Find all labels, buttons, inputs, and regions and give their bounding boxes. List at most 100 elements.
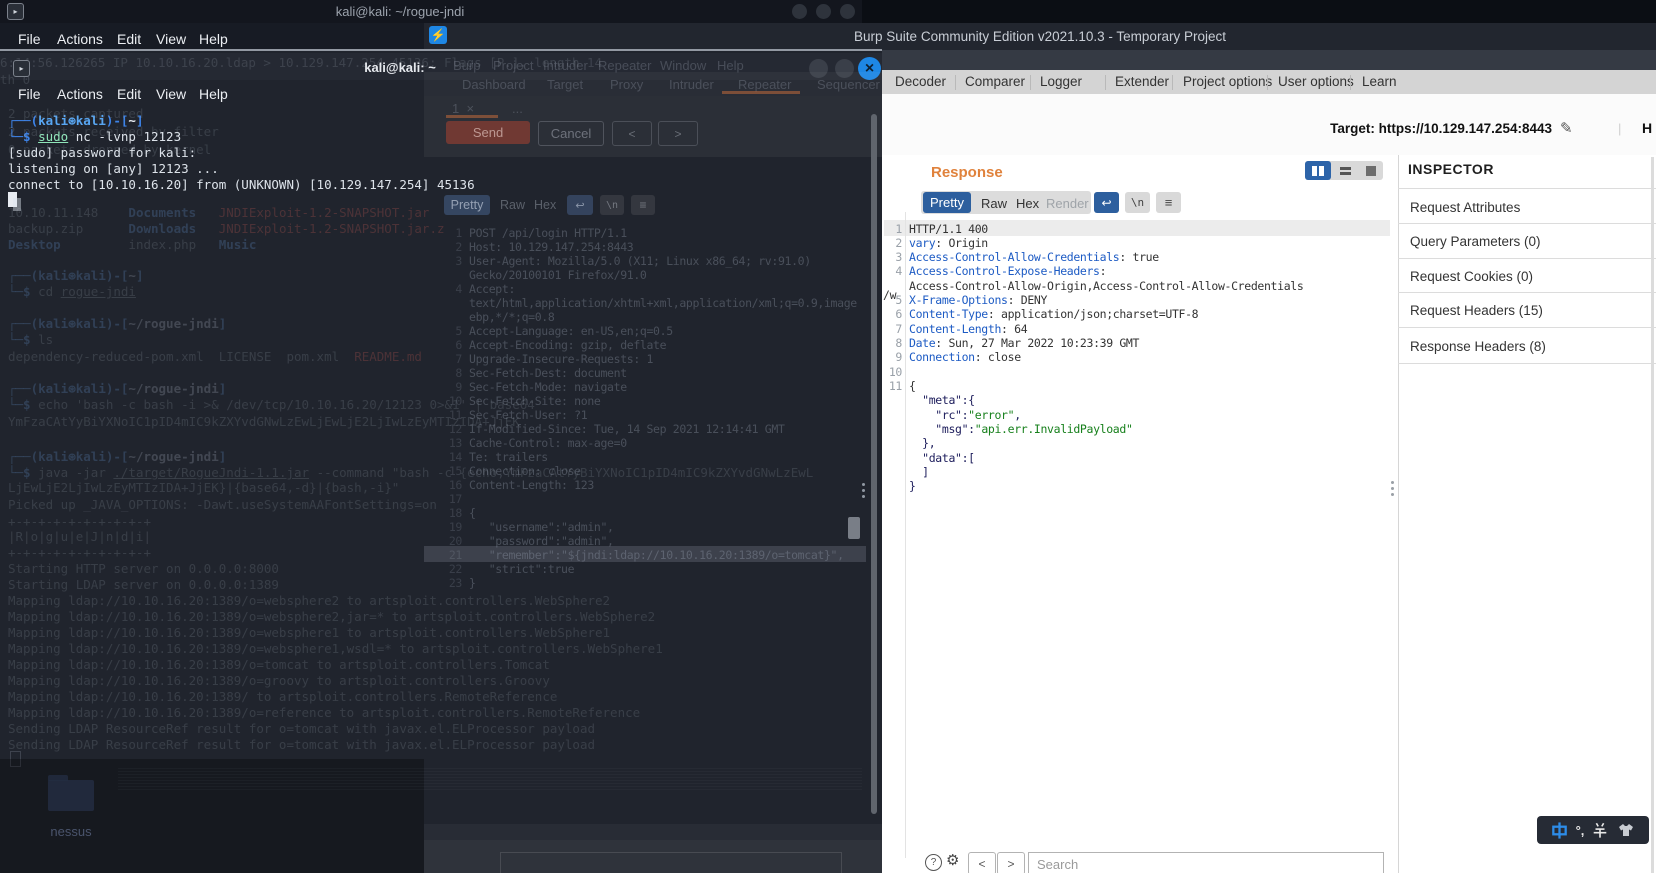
layout-single-button[interactable] xyxy=(1359,161,1383,180)
minimize-button[interactable] xyxy=(792,4,807,19)
window-title: kali@kali: ~/rogue-jndi xyxy=(335,4,465,19)
close-button[interactable] xyxy=(840,4,855,19)
tab-comparer[interactable]: Comparer xyxy=(965,74,1025,89)
response-line: "msg": "api.err.InvalidPayload" xyxy=(909,422,1133,436)
search-next-button[interactable]: > xyxy=(997,852,1025,873)
burp-logo-icon: ⚡ xyxy=(429,26,447,44)
inspector-item-request-cookies[interactable]: Request Cookies (0) xyxy=(1410,269,1533,284)
faint-line: Picked up _JAVA_OPTIONS: -Dawt.useSystem… xyxy=(8,497,437,512)
menu-file[interactable]: File xyxy=(18,86,41,102)
search-input[interactable]: Search xyxy=(1028,852,1384,873)
edit-target-icon[interactable]: ✎ xyxy=(1560,119,1573,137)
response-panel-title: Response xyxy=(931,164,1003,181)
response-line: "data":[ xyxy=(909,451,975,465)
faint-show-newlines-button: \n xyxy=(600,195,624,215)
search-prev-button[interactable]: < xyxy=(968,852,996,873)
search-settings-gear-icon[interactable]: ⚙ xyxy=(946,851,959,869)
faint-line: Mapping ldap://10.10.16.20:1389/o=refere… xyxy=(8,705,641,720)
menu-edit[interactable]: Edit xyxy=(117,86,141,102)
terminal-icon: ▸ xyxy=(13,60,30,77)
response-line: "meta":{ xyxy=(909,393,975,407)
tab-user-options[interactable]: User options xyxy=(1278,74,1354,89)
faint-line: Sending LDAP ResourceRef result for o=to… xyxy=(8,721,595,736)
menu-help[interactable]: Help xyxy=(199,31,228,47)
faint-more-tabs: ... xyxy=(512,101,523,116)
menu-actions[interactable]: Actions xyxy=(57,86,103,102)
menu-edit[interactable]: Edit xyxy=(117,31,141,47)
faint-ls-line: 10.10.11.148 Documents JNDIExploit-1.2-S… xyxy=(8,205,430,220)
layout-rows-button[interactable] xyxy=(1333,161,1357,180)
input-method-tray: °, xyxy=(1537,816,1649,844)
faint-ls-line: backup.zip Downloads JNDIExploit-1.2-SNA… xyxy=(8,221,445,236)
maximize-button[interactable] xyxy=(816,4,831,19)
faint-request-line: 1 POST /api/login HTTP/1.1 xyxy=(455,226,627,240)
inspector-scrollbar[interactable] xyxy=(1651,157,1654,873)
tab-separator xyxy=(1267,75,1268,90)
menu-view[interactable]: View xyxy=(156,31,186,47)
faint-prompt-line: ┌──(kali⊛kali)-[~/rogue-jndi] xyxy=(8,449,227,464)
inspector-item-response-headers[interactable]: Response Headers (8) xyxy=(1410,339,1546,354)
inspector-divider[interactable] xyxy=(1398,155,1399,873)
faint-line: +-+-+-+-+-+-+-+-+-+ xyxy=(8,545,151,560)
search-help-icon[interactable]: ? xyxy=(925,854,942,871)
terminal-scrollbar-thumb[interactable] xyxy=(871,114,877,814)
burp-window-title: Burp Suite Community Edition v2021.10.3 … xyxy=(854,29,1226,44)
response-tab-hex[interactable]: Hex xyxy=(1016,196,1039,211)
burp-titlebar[interactable]: ⚡ Burp Suite Community Edition v2021.10.… xyxy=(424,23,1656,50)
faint-line: 2 packets received by filter xyxy=(8,124,219,139)
halfwidth-mode-icon[interactable] xyxy=(1591,821,1609,839)
response-tab-render[interactable]: Render xyxy=(1046,196,1089,211)
request-splitter-handle[interactable] xyxy=(862,483,865,498)
tab-decoder[interactable]: Decoder xyxy=(895,74,946,89)
faint-line: +-+-+-+-+-+-+-+-+-+ xyxy=(8,514,151,529)
punctuation-mode-icon[interactable]: °, xyxy=(1576,823,1585,838)
response-tab-raw[interactable]: Raw xyxy=(981,196,1007,211)
response-tab-pretty[interactable]: Pretty xyxy=(923,192,971,213)
faint-request-line: Gecko/20100101 Firefox/91.0 xyxy=(469,268,647,282)
inspector-row-divider xyxy=(1398,363,1656,364)
panel-splitter-handle[interactable] xyxy=(1391,481,1394,496)
inspector-item-request-attributes[interactable]: Request Attributes xyxy=(1410,200,1520,215)
layout-columns-button[interactable] xyxy=(1305,161,1331,180)
http-version-badge[interactable]: H xyxy=(1642,120,1652,136)
line-menu-icon[interactable]: ≡ xyxy=(1156,192,1181,213)
faint-line: Starting HTTP server on 0.0.0.0:8000 xyxy=(8,561,279,576)
kali-desktop: ▸ kali@kali: ~/rogue-jndi File Actions E… xyxy=(0,0,1656,873)
faint-request-line: 6 Accept-Encoding: gzip, deflate xyxy=(455,338,667,352)
show-newlines-button[interactable]: \n xyxy=(1125,192,1150,213)
faint-repeater-item-tab: 1 × xyxy=(452,101,475,116)
response-line: 6 Content-Type: application/json;charset=… xyxy=(895,307,1199,321)
faint-burp-menu-burp: Burp xyxy=(453,58,481,73)
tab-extender[interactable]: Extender xyxy=(1115,74,1169,89)
wrap-lines-icon[interactable]: ↩ xyxy=(1094,192,1119,213)
faint-item-tab-underline xyxy=(446,115,498,118)
faint-bottom-band xyxy=(424,824,882,840)
faint-command-line: └─$ ls xyxy=(8,332,54,347)
faint-tab-proxy: Proxy xyxy=(610,77,644,92)
faint-send-button: Send xyxy=(446,121,530,144)
terminal-rogue-jndi-titlebar[interactable]: ▸ kali@kali: ~/rogue-jndi xyxy=(0,0,862,23)
response-line: 2 vary: Origin xyxy=(895,236,988,250)
tab-learn[interactable]: Learn xyxy=(1362,74,1397,89)
zhong-input-method-icon[interactable] xyxy=(1550,821,1569,840)
inspector-item-request-headers[interactable]: Request Headers (15) xyxy=(1410,303,1543,318)
skin-icon[interactable] xyxy=(1616,821,1636,839)
tab-project-options[interactable]: Project options xyxy=(1183,74,1272,89)
tab-logger[interactable]: Logger xyxy=(1040,74,1082,89)
terminal-window[interactable]: 6:14:56.126265 IP 10.10.16.20.ldap > 10.… xyxy=(0,49,882,873)
faint-wrap-lines-icon: ↩ xyxy=(567,195,593,215)
faint-line: Mapping ldap://10.10.16.20:1389/o=tomcat… xyxy=(8,657,550,672)
menu-view[interactable]: View xyxy=(156,86,186,102)
faint-command-line: └─$ cd rogue-jndi xyxy=(8,284,136,299)
menu-actions[interactable]: Actions xyxy=(57,31,103,47)
faint-request-line: 18{ xyxy=(448,506,476,520)
menu-file[interactable]: File xyxy=(18,31,41,47)
faint-line: Mapping ldap://10.10.16.20:1389/o=websph… xyxy=(8,641,663,656)
response-line: 9 Connection: close xyxy=(895,350,1021,364)
menu-help[interactable]: Help xyxy=(199,86,228,102)
terminal-output-line: connect to [10.10.16.20] from (UNKNOWN) … xyxy=(8,177,475,192)
faint-tab-target: Target xyxy=(547,77,584,92)
response-line: "rc": "error", xyxy=(909,408,1021,422)
faint-line: Mapping ldap://10.10.16.20:1389/o=groovy… xyxy=(8,673,550,688)
inspector-item-query-parameters[interactable]: Query Parameters (0) xyxy=(1410,234,1541,249)
